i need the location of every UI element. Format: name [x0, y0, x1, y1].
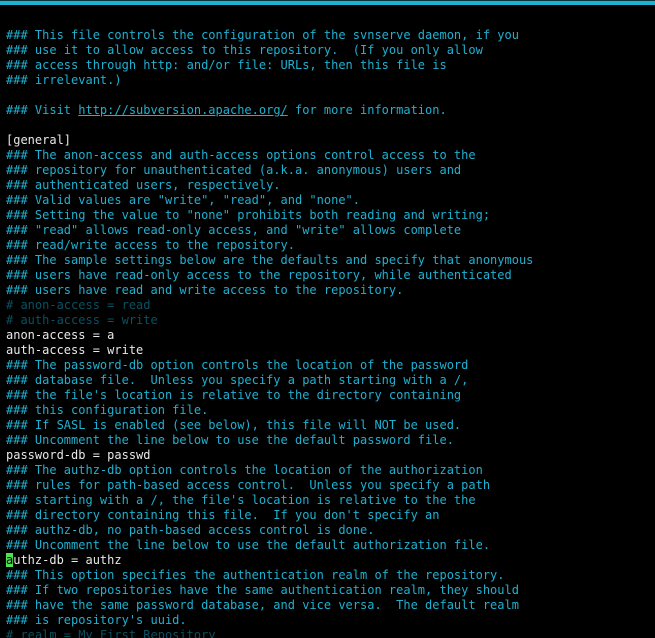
comment-line: ### use it to allow access to this repos… [6, 43, 483, 57]
comment-line: ### The sample settings below are the de… [6, 253, 533, 267]
comment-line: ### authz-db, no path-based access contr… [6, 523, 374, 537]
comment-line: ### read/write access to the repository. [6, 238, 295, 252]
comment-url: http://subversion.apache.org/ [78, 103, 288, 117]
comment-line: ### Uncomment the line below to use the … [6, 538, 490, 552]
comment-line: ### Setting the value to "none" prohibit… [6, 208, 490, 222]
comment-line: ### database file. Unless you specify a … [6, 373, 468, 387]
comment-line: ### access through http: and/or file: UR… [6, 58, 447, 72]
setting-password-db: password-db = passwd [6, 448, 151, 462]
comment-line: ### starting with a /, the file's locati… [6, 493, 476, 507]
comment-line: ### The authz-db option controls the loc… [6, 463, 483, 477]
commented-setting-auth-access: # auth-access = write [6, 313, 158, 327]
comment-line: ### repository for unauthenticated (a.k.… [6, 163, 461, 177]
comment-line: ### irrelevant.) [6, 73, 122, 87]
comment-line: ### If SASL is enabled (see below), this… [6, 418, 461, 432]
comment-prefix: ### Visit [6, 103, 78, 117]
terminal-editor-viewport[interactable]: ### This file controls the configuration… [0, 5, 655, 638]
setting-auth-access: auth-access = write [6, 343, 143, 357]
comment-line: ### Visit http://subversion.apache.org/ … [6, 103, 447, 117]
comment-line: ### This file controls the configuration… [6, 28, 519, 42]
comment-line: ### rules for path-based access control.… [6, 478, 490, 492]
comment-line: ### the file's location is relative to t… [6, 388, 461, 402]
comment-suffix: for more information. [288, 103, 447, 117]
setting-authz-db-rest: uthz-db = authz [13, 553, 121, 567]
comment-line: ### Valid values are "write", "read", an… [6, 193, 360, 207]
comment-line: ### users have read and write access to … [6, 283, 403, 297]
comment-line: ### users have read-only access to the r… [6, 268, 512, 282]
comment-line: ### is repository's uuid. [6, 613, 187, 627]
comment-line: ### Uncomment the line below to use the … [6, 433, 454, 447]
comment-line: ### This option specifies the authentica… [6, 568, 505, 582]
comment-line: ### "read" allows read-only access, and … [6, 223, 461, 237]
comment-line: ### The anon-access and auth-access opti… [6, 148, 476, 162]
section-header-general: [general] [6, 133, 71, 147]
comment-line: ### If two repositories have the same au… [6, 583, 519, 597]
setting-anon-access: anon-access = a [6, 328, 114, 342]
commented-setting-realm: # realm = My First Repository [6, 628, 216, 638]
commented-setting-anon-access: # anon-access = read [6, 298, 151, 312]
comment-line: ### have the same password database, and… [6, 598, 519, 612]
setting-authz-db: authz-db = authz [6, 553, 122, 567]
comment-line: ### authenticated users, respectively. [6, 178, 281, 192]
comment-line: ### directory containing this file. If y… [6, 508, 439, 522]
comment-line: ### The password-db option controls the … [6, 358, 468, 372]
comment-line: ### this configuration file. [6, 403, 208, 417]
